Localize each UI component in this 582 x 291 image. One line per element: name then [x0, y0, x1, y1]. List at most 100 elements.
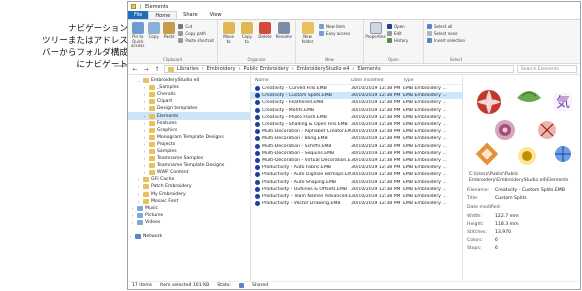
nav-tree-item[interactable]: › Clipart: [128, 98, 250, 105]
nav-tree-item[interactable]: › _Samples: [128, 84, 250, 91]
breadcrumb-item[interactable]: Public Embroidery: [243, 66, 288, 72]
nav-tree-item[interactable]: › Monogram Template Designs: [128, 134, 250, 141]
chevron-right-icon[interactable]: ›: [142, 114, 147, 119]
chevron-right-icon[interactable]: ›: [142, 99, 147, 104]
tab-view[interactable]: View: [204, 11, 228, 19]
chevron-right-icon[interactable]: ›: [142, 163, 147, 168]
nav-tree-item[interactable]: ⌄ EmbroideryStudio e4: [128, 77, 250, 84]
nav-tree-item[interactable]: › Pictures: [128, 212, 250, 219]
chevron-right-icon[interactable]: ›: [142, 170, 147, 175]
file-row[interactable]: Creativity - Custom Splits.EMB 30/10/2019…: [251, 92, 462, 100]
chevron-right-icon[interactable]: ›: [142, 128, 147, 133]
property-value: Creativity - Custom Splits.EMB: [495, 187, 565, 193]
copy-path-button[interactable]: Copy path: [178, 31, 214, 36]
file-row[interactable]: Productivity - Auto Digitize Bitmaps.EMB…: [251, 171, 462, 178]
file-row[interactable]: Multi-Decoration - Bling.EMB 30/10/2019 1…: [251, 135, 462, 142]
chevron-right-icon[interactable]: ›: [142, 106, 147, 111]
column-type[interactable]: Type: [403, 78, 461, 83]
easy-access-button[interactable]: Easy access: [319, 31, 350, 36]
file-name: Productivity - Team Names Advanced.EMB: [262, 193, 351, 199]
chevron-right-icon[interactable]: ›: [142, 135, 147, 140]
nav-tree-item[interactable]: › GFI Cache: [128, 176, 250, 183]
file-row[interactable]: Creativity - Motifs.EMB 30/10/2019 12:38 …: [251, 107, 462, 114]
breadcrumb-item[interactable]: Libraries: [177, 66, 199, 72]
file-row[interactable]: Creativity - Shading & Open Fills.EMB 30/…: [251, 121, 462, 128]
nav-tree-item[interactable]: › Features: [128, 120, 250, 127]
file-row[interactable]: Multi-Decoration - Sequins.EMB 30/10/2019…: [251, 150, 462, 157]
file-row[interactable]: Productivity - Auto Fabric.EMB 30/10/2019…: [251, 164, 462, 171]
chevron-right-icon[interactable]: ›: [130, 220, 135, 225]
column-name[interactable]: Name: [251, 78, 351, 83]
nav-tree-item[interactable]: [128, 226, 250, 233]
chevron-right-icon[interactable]: ›: [136, 199, 141, 204]
file-row[interactable]: Multi-Decoration - Schiffli.EMB 30/10/201…: [251, 143, 462, 150]
file-row[interactable]: Multi-Decoration - Virtual Decoration.EM…: [251, 157, 462, 164]
folder-icon: [149, 120, 155, 126]
file-row[interactable]: Productivity - Outlines & Offsets.EMB 30/…: [251, 186, 462, 193]
nav-tree-item[interactable]: › Elements: [128, 112, 250, 120]
file-row[interactable]: Productivity - Team Names Advanced.EMB 30…: [251, 193, 462, 200]
file-row[interactable]: Productivity - Vector Drawing.EMB 30/10/2…: [251, 200, 462, 207]
chevron-right-icon[interactable]: ›: [142, 92, 147, 97]
nav-tree-item[interactable]: › My Embroidery: [128, 191, 250, 198]
nav-tree-item[interactable]: › Videos: [128, 219, 250, 226]
file-date: 30/10/2019 12:38 PM: [351, 179, 401, 185]
chevron-right-icon[interactable]: ›: [130, 213, 135, 218]
select-all-button[interactable]: Select all: [427, 24, 465, 29]
column-date[interactable]: Date modified: [351, 78, 403, 83]
nav-tree-item[interactable]: › Teamname Samples: [128, 155, 250, 162]
file-row[interactable]: Creativity - Photo Flash.EMB 30/10/2019 1…: [251, 114, 462, 121]
folder-icon: [149, 106, 155, 112]
nav-tree-item[interactable]: › Cheralis: [128, 91, 250, 98]
back-arrow-icon[interactable]: ←: [131, 66, 139, 73]
history-button[interactable]: History: [387, 38, 408, 43]
chevron-right-icon: ›: [201, 66, 204, 72]
invert-selection-button[interactable]: Invert selection: [427, 38, 465, 43]
chevron-right-icon[interactable]: ›: [128, 234, 133, 239]
file-row[interactable]: Creativity - Curved Fills.EMB 30/10/2019 …: [251, 85, 462, 92]
chevron-right-icon[interactable]: ›: [142, 149, 147, 154]
file-row[interactable]: Multi-Decoration - Alphabet Creator.EMB 3…: [251, 128, 462, 135]
tab-file[interactable]: File: [128, 11, 149, 19]
chevron-right-icon[interactable]: ›: [136, 177, 141, 182]
chevron-right-icon[interactable]: ›: [136, 192, 141, 197]
new-item-button[interactable]: New item: [319, 24, 350, 29]
breadcrumb-item[interactable]: Embroidery: [207, 66, 236, 72]
forward-arrow-icon[interactable]: →: [142, 66, 150, 73]
nav-tree-item[interactable]: › Network: [128, 233, 250, 240]
nav-tree-item[interactable]: › Mosaic Font: [128, 198, 250, 205]
chevron-right-icon[interactable]: ›: [142, 142, 147, 147]
nav-tree-item[interactable]: › Patch Embroidery: [128, 183, 250, 190]
file-row[interactable]: Creativity - Feathered.EMB 30/10/2019 12:…: [251, 99, 462, 106]
paste-shortcut-button[interactable]: Paste shortcut: [178, 38, 214, 43]
up-arrow-icon[interactable]: ↑: [153, 66, 161, 73]
open-button[interactable]: Open: [387, 24, 408, 29]
chevron-right-icon[interactable]: ›: [142, 121, 147, 126]
tab-share[interactable]: Share: [177, 11, 203, 19]
chevron-right-icon[interactable]: ›: [130, 206, 135, 211]
file-row[interactable]: Productivity - Auto Shaping.EMB 30/10/201…: [251, 178, 462, 185]
search-input[interactable]: Search Elements: [517, 65, 577, 73]
chevron-right-icon[interactable]: ›: [136, 184, 141, 189]
nav-tree-item[interactable]: › Music: [128, 205, 250, 212]
select-none-button[interactable]: Select none: [427, 31, 465, 36]
edit-button[interactable]: Edit: [387, 31, 408, 36]
nav-tree-item[interactable]: › Design templates: [128, 105, 250, 112]
file-name: Productivity - Auto Shaping.EMB: [262, 179, 337, 185]
nav-tree-item[interactable]: › Samples: [128, 148, 250, 155]
cut-button[interactable]: Cut: [178, 24, 214, 29]
address-bar[interactable]: Libraries › Embroidery › Public Embroidery…: [164, 65, 514, 73]
nav-tree-item[interactable]: › Teamname Template Designs: [128, 162, 250, 169]
file-list: Name Date modified Type Creativity - Cur…: [251, 76, 463, 281]
chevron-down-icon[interactable]: ⌄: [136, 78, 141, 83]
chevron-right-icon[interactable]: ›: [142, 156, 147, 161]
nav-tree-item[interactable]: › Graphics: [128, 127, 250, 134]
nav-tree-item[interactable]: › WWF Content: [128, 169, 250, 176]
breadcrumb-item[interactable]: EmbroideryStudio e4: [297, 66, 350, 72]
breadcrumb-item[interactable]: Elements: [357, 66, 380, 72]
chevron-right-icon[interactable]: ›: [142, 85, 147, 90]
nav-tree-label: Music: [145, 205, 159, 211]
tab-home[interactable]: Home: [148, 11, 178, 19]
file-name-cell: Productivity - Vector Drawing.EMB: [251, 201, 351, 207]
nav-tree-item[interactable]: › Projects: [128, 141, 250, 148]
